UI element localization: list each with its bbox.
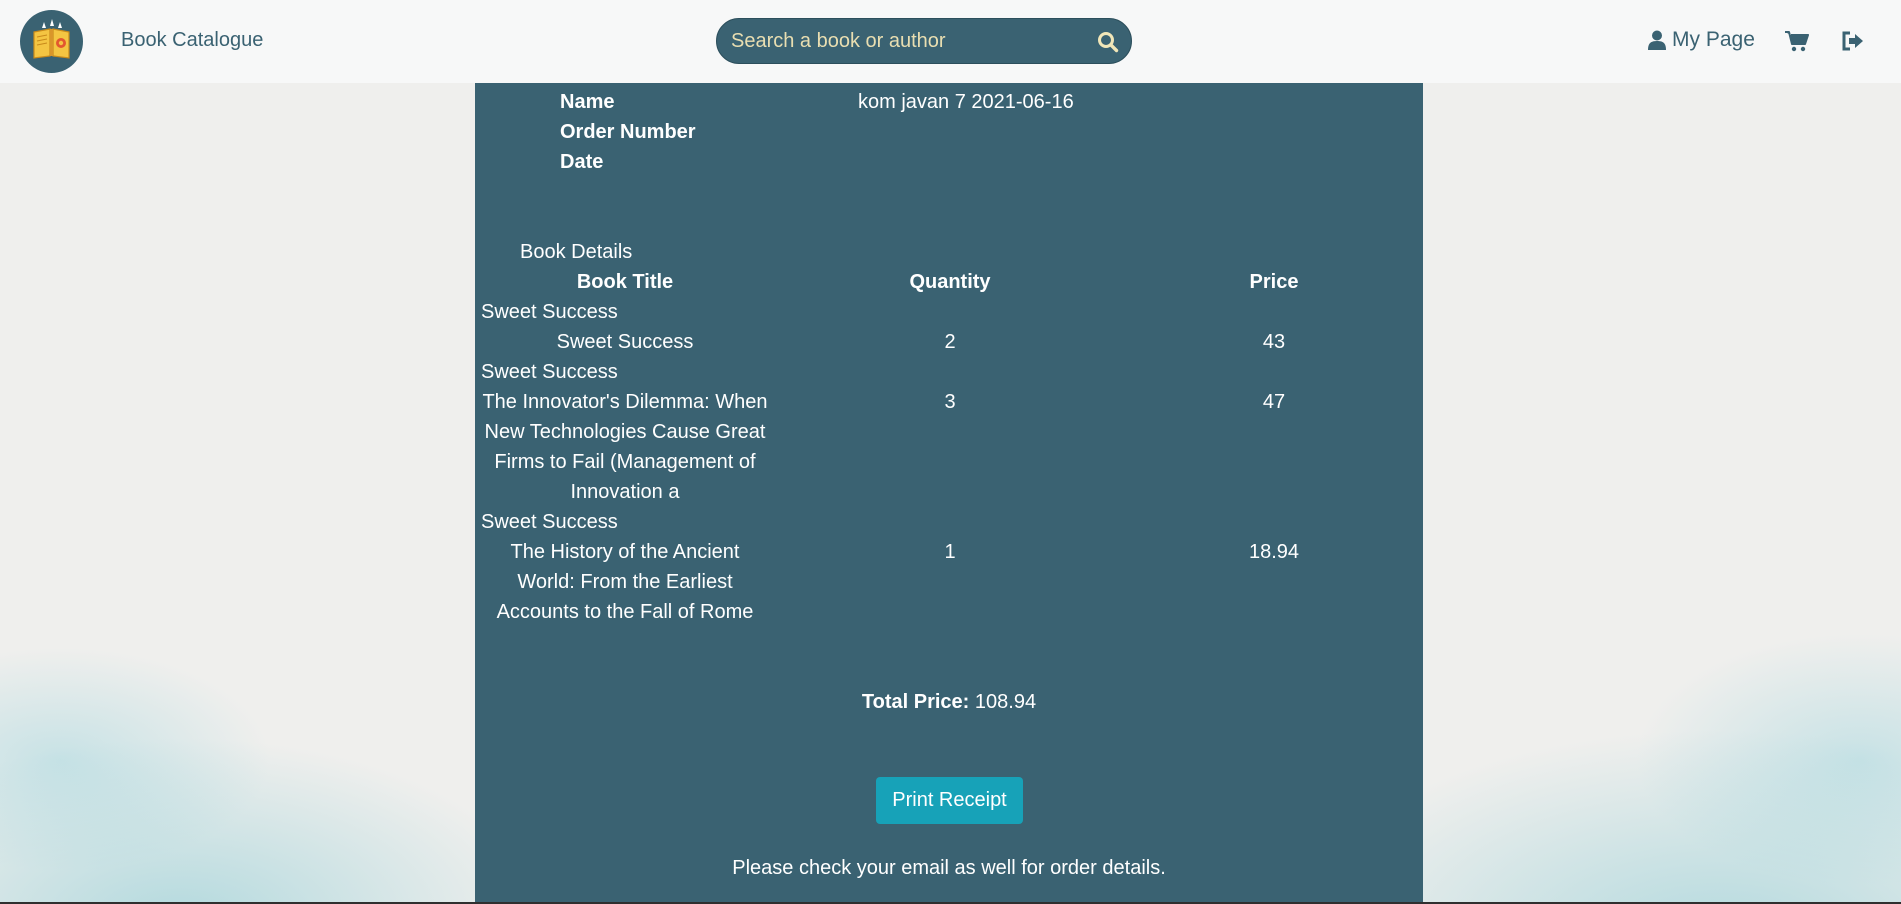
book-details-heading: Book Details <box>520 241 633 263</box>
total-price: Total Price: 108.94 <box>475 691 1423 714</box>
receipt-panel: Name kom javan 7 2021-06-16 Order Number… <box>475 83 1423 904</box>
search-icon[interactable] <box>1095 29 1121 55</box>
my-page-label: My Page <box>1672 28 1755 51</box>
cart-icon[interactable] <box>1785 30 1809 52</box>
order-number-label: Order Number <box>560 121 696 143</box>
name-label: Name <box>560 91 615 113</box>
item-title-line: Accounts to the Fall of Rome <box>496 601 754 623</box>
item-price: 43 <box>1262 331 1286 353</box>
item-title-line: Firms to Fail (Management of <box>494 451 756 473</box>
item-store: Sweet Success <box>481 511 618 533</box>
book-logo-icon[interactable] <box>20 10 83 73</box>
email-note: Please check your email as well for orde… <box>732 857 1166 879</box>
print-receipt-button[interactable]: Print Receipt <box>876 777 1023 824</box>
search-input[interactable] <box>731 19 1071 63</box>
item-price: 18.94 <box>1248 541 1300 563</box>
item-store: Sweet Success <box>481 361 618 383</box>
item-quantity: 1 <box>944 541 956 563</box>
column-quantity: Quantity <box>909 271 991 293</box>
total-price-value: 108.94 <box>974 691 1037 713</box>
item-title-line: Innovation a <box>570 481 680 503</box>
item-quantity: 2 <box>944 331 956 353</box>
my-page-link[interactable]: My Page <box>1648 28 1755 52</box>
item-quantity: 3 <box>944 391 956 413</box>
search-bar <box>716 18 1132 64</box>
item-title-line: The History of the Ancient <box>510 541 740 563</box>
item-store: Sweet Success <box>481 301 618 323</box>
name-value: kom javan 7 2021-06-16 <box>858 91 1074 113</box>
navbar: Book Catalogue My Page <box>0 0 1901 83</box>
brand-title[interactable]: Book Catalogue <box>121 29 263 52</box>
item-title-line: New Technologies Cause Great <box>484 421 766 443</box>
user-icon <box>1648 30 1666 50</box>
logout-icon[interactable] <box>1841 30 1865 52</box>
item-price: 47 <box>1262 391 1286 413</box>
item-title: Sweet Success <box>556 331 694 353</box>
date-label: Date <box>560 151 604 173</box>
column-book-title: Book Title <box>576 271 674 293</box>
item-title-line: The Innovator's Dilemma: When <box>482 391 768 413</box>
column-price: Price <box>1249 271 1299 293</box>
item-title-line: World: From the Earliest <box>517 571 733 593</box>
total-price-label: Total Price: <box>861 691 970 713</box>
